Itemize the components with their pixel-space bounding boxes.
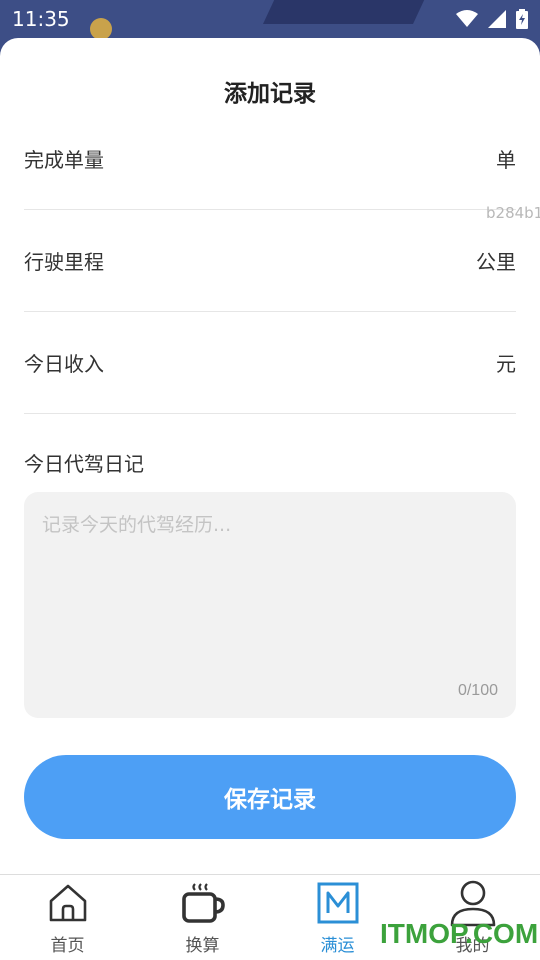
field-label: 完成单量 [24,148,104,172]
sheet-title: 添加记录 [224,81,316,107]
m-logo-icon [317,881,359,925]
home-icon [47,881,89,925]
wifi-icon [456,10,478,28]
diary-char-counter: 0/100 [457,682,498,699]
field-label: 行驶里程 [24,250,104,274]
orders-input[interactable] [134,136,466,176]
field-row-income[interactable]: 今日收入 元 [24,312,516,414]
tab-home[interactable]: 首页 [0,875,135,960]
status-time: 11:35 [12,7,70,31]
status-bar: 11:35 [0,0,540,38]
field-unit: 公里 [476,250,516,274]
save-record-button[interactable]: 保存记录 [24,755,516,839]
overlay-code-text: b284b1 [486,204,540,222]
field-row-mileage[interactable]: 行驶里程 公里 [24,210,516,312]
field-label: 今日收入 [24,352,104,376]
site-watermark: ITMOP.COM [380,918,539,949]
diary-label: 今日代驾日记 [24,452,144,476]
battery-icon [516,9,528,29]
status-icons [456,9,528,29]
field-unit: 单 [496,148,516,172]
signal-icon [488,10,506,28]
diary-textarea[interactable] [42,510,498,670]
field-row-orders[interactable]: 完成单量 单 [24,108,516,210]
tab-label: 换算 [185,936,220,956]
tab-convert[interactable]: 换算 [135,875,270,960]
field-unit: 元 [496,352,516,376]
income-input[interactable] [134,340,466,380]
cup-icon [181,881,225,925]
mileage-input[interactable] [134,238,466,278]
diary-box: 0/100 [24,492,516,718]
tab-label: 满运 [320,936,355,956]
tab-label: 首页 [50,936,85,956]
